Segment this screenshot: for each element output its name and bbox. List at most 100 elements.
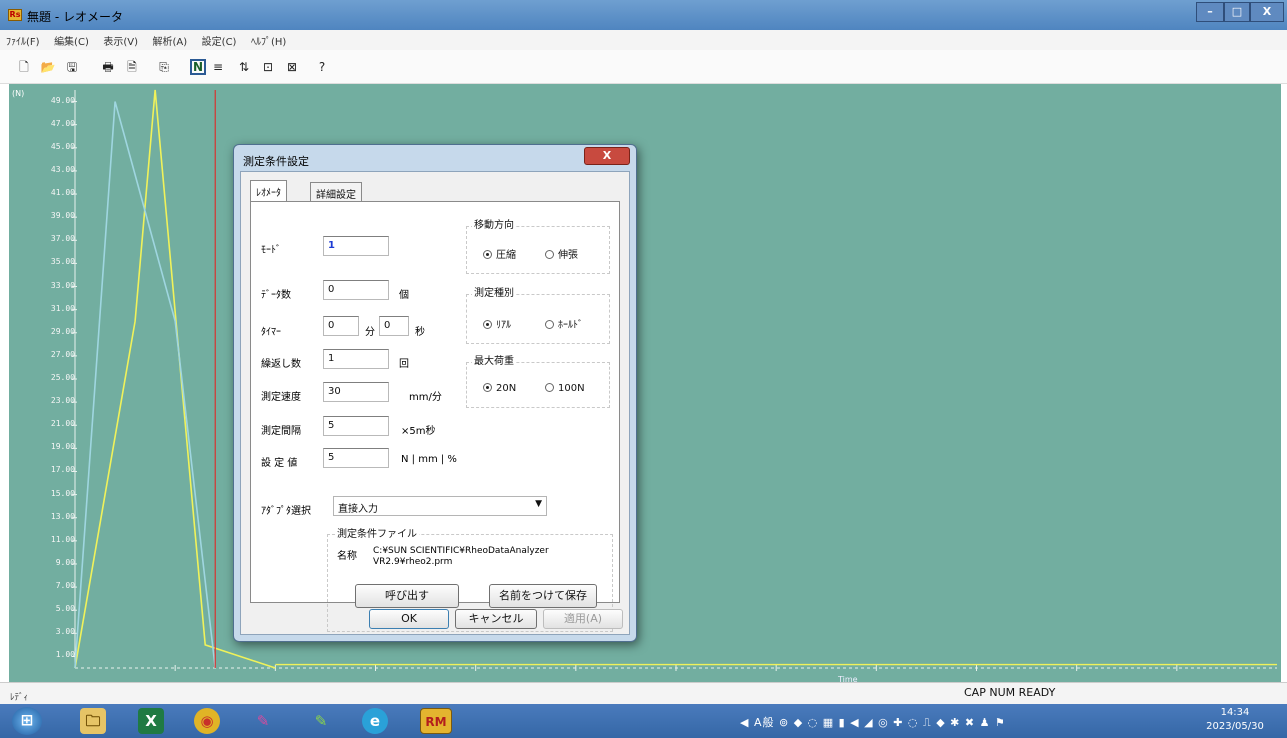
y-axis: 49.00 47.00 45.00 43.00 41.00 39.00 37.00 35.00… bbox=[9, 84, 75, 682]
app-icon: Rs bbox=[8, 9, 22, 21]
y-tick-label: 15.00 bbox=[50, 488, 75, 498]
sort-icon[interactable]: ⇅ bbox=[236, 59, 252, 75]
dialog-close-button[interactable]: X bbox=[584, 147, 630, 165]
speed-label: 測定速度 bbox=[261, 392, 301, 403]
menu-analysis[interactable]: 解析(A) bbox=[147, 30, 193, 48]
app-icon-2[interactable]: ✎ bbox=[308, 708, 334, 734]
load-file-button[interactable]: 呼び出す bbox=[355, 584, 459, 608]
minimize-button[interactable]: – bbox=[1196, 2, 1224, 22]
menu-settings[interactable]: 設定(C) bbox=[196, 30, 242, 48]
start-button[interactable]: ⊞ bbox=[12, 707, 42, 735]
tab-panel: ﾓｰﾄﾞ 1 ﾃﾞｰﾀ数 0 個 ﾀｲﾏｰ 0 分 0 秒 繰返し数 1 回 測… bbox=[250, 201, 620, 632]
y-tick-label: 11.00 bbox=[50, 534, 75, 544]
y-tick-label: 37.00 bbox=[50, 234, 75, 244]
speed-field[interactable]: 30 bbox=[323, 382, 389, 402]
y-tick-label: 13.00 bbox=[50, 511, 75, 521]
measurement-settings-dialog: 測定条件設定 X ﾚｵﾒｰﾀ 詳細設定 ﾓｰﾄﾞ 1 ﾃﾞｰﾀ数 0 個 ﾀｲﾏ… bbox=[233, 144, 637, 642]
status-bar: ﾚﾃﾞｨ CAP NUM READY bbox=[0, 682, 1287, 704]
save-icon[interactable]: 🖫 bbox=[64, 59, 80, 75]
repeat-count-field[interactable]: 1 bbox=[323, 349, 389, 369]
menu-file[interactable]: ﾌｧｲﾙ(F) bbox=[0, 30, 45, 48]
chrome-icon[interactable]: ◉ bbox=[194, 708, 220, 734]
radio-dot bbox=[483, 383, 492, 392]
chart-canvas bbox=[72, 89, 1277, 671]
edge-icon[interactable]: e bbox=[362, 708, 388, 734]
timer-label: ﾀｲﾏｰ bbox=[261, 327, 281, 338]
radio-real[interactable]: ﾘｱﾙ bbox=[483, 316, 511, 331]
setpoint-field[interactable]: 5 bbox=[323, 448, 389, 468]
mode-label: ﾓｰﾄﾞ bbox=[261, 245, 281, 256]
mode-field[interactable]: 1 bbox=[323, 236, 389, 256]
radio-compress[interactable]: 圧縮 bbox=[483, 246, 516, 261]
maximize-button[interactable]: □ bbox=[1224, 2, 1250, 22]
print-preview-icon[interactable]: 🗎 bbox=[124, 59, 140, 75]
clock[interactable]: 14:34 2023/05/30 bbox=[1196, 706, 1274, 734]
help-icon[interactable]: ? bbox=[314, 59, 330, 75]
ok-button[interactable]: OK bbox=[369, 609, 449, 629]
interval-unit: ×5m秒 bbox=[401, 426, 436, 437]
y-tick-label: 21.00 bbox=[50, 419, 75, 429]
chart-icon[interactable]: ⊠ bbox=[284, 59, 300, 75]
y-tick-label: 41.00 bbox=[50, 188, 75, 198]
y-tick-label: 1.00 bbox=[55, 650, 75, 660]
toolbar: 🗋 📂 🖫 🖶 🗎 ⎘ N ≡ ⇅ ⊡ ⊠ ? bbox=[0, 50, 1287, 84]
system-tray[interactable]: ◀ A般 ⊚ ◆ ◌ ▦ ▮ ◀ ◢ ◎ ✚ ◌ ⎍ ◆ ✱ ✖ ♟ ⚑ bbox=[740, 714, 1006, 730]
y-tick-label: 7.00 bbox=[55, 581, 75, 591]
menu-help[interactable]: ﾍﾙﾌﾟ(H) bbox=[245, 30, 291, 48]
close-window-button[interactable]: X bbox=[1250, 2, 1284, 22]
y-tick-label: 19.00 bbox=[50, 442, 75, 452]
cancel-button[interactable]: キャンセル bbox=[455, 609, 537, 629]
dialog-title: 測定条件設定 bbox=[243, 155, 309, 168]
timer-minutes-field[interactable]: 0 bbox=[323, 316, 359, 336]
timer-seconds-field[interactable]: 0 bbox=[379, 316, 409, 336]
radio-dot bbox=[545, 250, 554, 259]
measure-type-group-label: 測定種別 bbox=[472, 284, 516, 299]
chevron-down-icon: ▼ bbox=[535, 499, 542, 509]
window-title: 無題 - レオメータ bbox=[27, 10, 123, 24]
radio-hold[interactable]: ﾎｰﾙﾄﾞ bbox=[545, 316, 583, 331]
menu-bar: ﾌｧｲﾙ(F) 編集(C) 表示(V) 解析(A) 設定(C) ﾍﾙﾌﾟ(H) bbox=[0, 30, 1287, 50]
repeat-count-unit: 回 bbox=[399, 359, 409, 370]
data-count-field[interactable]: 0 bbox=[323, 280, 389, 300]
apply-button: 適用(A) bbox=[543, 609, 623, 629]
tab-rheometer[interactable]: ﾚｵﾒｰﾀ bbox=[250, 180, 287, 201]
print-icon[interactable]: 🖶 bbox=[100, 59, 116, 75]
copy-icon[interactable]: ⎘ bbox=[156, 59, 172, 75]
radio-100n[interactable]: 100N bbox=[545, 383, 585, 394]
y-tick-label: 49.00 bbox=[50, 95, 75, 105]
adapter-select[interactable]: 直接入力 ▼ bbox=[333, 496, 547, 516]
file-name-value: C:¥SUN SCIENTIFIC¥RheoDataAnalyzer VR2.9… bbox=[373, 546, 549, 567]
title-bar: Rs 無題 - レオメータ – □ X bbox=[0, 0, 1287, 30]
save-as-button[interactable]: 名前をつけて保存 bbox=[489, 584, 597, 608]
y-tick-label: 47.00 bbox=[50, 118, 75, 128]
adapter-label: ｱﾀﾞﾌﾟﾀ選択 bbox=[261, 506, 311, 517]
menu-edit[interactable]: 編集(C) bbox=[48, 30, 94, 48]
excel-icon[interactable]: X bbox=[138, 708, 164, 734]
interval-field[interactable]: 5 bbox=[323, 416, 389, 436]
y-tick-label: 5.00 bbox=[55, 604, 75, 614]
timer-seconds-unit: 秒 bbox=[415, 327, 425, 338]
y-tick-label: 45.00 bbox=[50, 141, 75, 151]
tab-detail-settings[interactable]: 詳細設定 bbox=[310, 182, 362, 201]
radio-tension[interactable]: 伸張 bbox=[545, 246, 578, 261]
series-line-1 bbox=[74, 101, 217, 669]
y-tick-label: 23.00 bbox=[50, 396, 75, 406]
new-file-icon[interactable]: 🗋 bbox=[16, 59, 32, 75]
y-tick-label: 9.00 bbox=[55, 557, 75, 567]
status-text: ﾚﾃﾞｨ bbox=[10, 693, 29, 703]
radio-compress-label: 圧縮 bbox=[496, 250, 516, 261]
rheometer-app-icon[interactable]: RM bbox=[420, 708, 452, 734]
radio-20n[interactable]: 20N bbox=[483, 383, 516, 394]
interval-label: 測定間隔 bbox=[261, 426, 301, 437]
window-icon[interactable]: ⊡ bbox=[260, 59, 276, 75]
list-icon[interactable]: ≡ bbox=[210, 59, 226, 75]
y-tick-label: 39.00 bbox=[50, 211, 75, 221]
open-folder-icon[interactable]: 📂 bbox=[40, 59, 56, 75]
file-explorer-icon[interactable]: 🗀 bbox=[80, 708, 106, 734]
menu-view[interactable]: 表示(V) bbox=[97, 30, 143, 48]
n-mode-icon[interactable]: N bbox=[190, 59, 206, 75]
radio-dot bbox=[483, 320, 492, 329]
radio-100n-label: 100N bbox=[558, 383, 585, 394]
data-count-unit: 個 bbox=[399, 290, 409, 301]
app-icon-1[interactable]: ✎ bbox=[250, 708, 276, 734]
